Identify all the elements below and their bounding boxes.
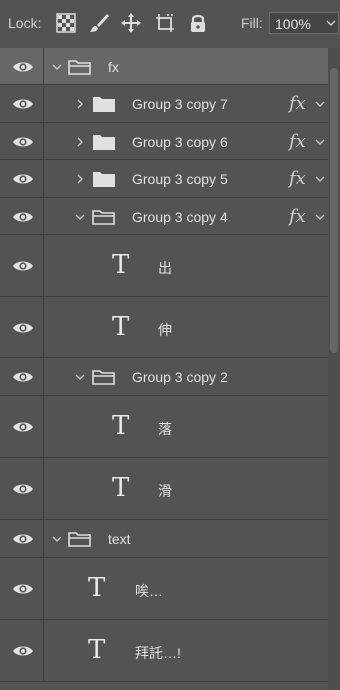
- folder-open-icon: [92, 209, 115, 225]
- layer-name: 出: [158, 260, 172, 276]
- lock-artboard-icon[interactable]: [154, 12, 176, 34]
- visibility-column[interactable]: [0, 85, 44, 122]
- layer-effects-badge[interactable]: fx: [289, 93, 306, 114]
- text-layer-icon: T: [112, 473, 130, 503]
- text-layer-icon: T: [112, 411, 130, 441]
- visibility-column[interactable]: [0, 48, 44, 84]
- eye-icon[interactable]: [12, 370, 34, 384]
- chevron-right-icon[interactable]: [75, 99, 85, 109]
- folder-icon: [93, 134, 115, 150]
- text-layer-icon: T: [88, 635, 106, 665]
- layer-name: 唉…: [135, 583, 163, 599]
- text-layer-icon: T: [112, 311, 130, 342]
- folder-icon: [93, 172, 115, 187]
- layer-effects-badge[interactable]: fx: [289, 168, 306, 189]
- effects-expand-icon[interactable]: [314, 212, 326, 222]
- folder-open-icon: [68, 532, 91, 547]
- layer-name: 滑: [158, 483, 172, 499]
- layers-list: fx Group 3 copy 7 fx Group 3 copy 6 fx Group …: [0, 48, 340, 690]
- eye-icon[interactable]: [12, 210, 34, 224]
- eye-icon[interactable]: [12, 60, 34, 74]
- effects-expand-icon[interactable]: [314, 174, 326, 184]
- layers-lock-bar: Lock: Fill: 100%: [0, 0, 340, 49]
- visibility-column[interactable]: [0, 160, 44, 197]
- chevron-down-icon[interactable]: [52, 62, 62, 72]
- lock-label: Lock:: [8, 15, 42, 31]
- layer-name: fx: [108, 58, 119, 75]
- eye-icon[interactable]: [12, 321, 34, 335]
- fill-opacity-field[interactable]: 100%: [269, 12, 339, 34]
- lock-all-icon[interactable]: [187, 12, 209, 34]
- lock-transparent-pixels-icon[interactable]: [55, 12, 77, 34]
- eye-icon[interactable]: [12, 259, 34, 273]
- eye-icon[interactable]: [12, 420, 34, 434]
- visibility-column[interactable]: [0, 620, 44, 681]
- eye-icon[interactable]: [12, 644, 34, 658]
- layer-group-row[interactable]: Group 3 copy 2: [0, 358, 340, 396]
- layer-name: Group 3 copy 2: [132, 369, 228, 385]
- text-layer-icon: T: [112, 250, 130, 280]
- chevron-down-icon[interactable]: [52, 534, 62, 544]
- folder-icon: [93, 97, 115, 112]
- layer-effects-badge[interactable]: fx: [289, 131, 306, 152]
- layer-text-row[interactable]: T出: [0, 235, 340, 297]
- eye-icon[interactable]: [12, 582, 34, 596]
- visibility-column[interactable]: [0, 297, 44, 357]
- visibility-column[interactable]: [0, 198, 44, 234]
- layer-group-row[interactable]: text: [0, 520, 340, 558]
- chevron-down-icon[interactable]: [324, 13, 338, 33]
- lock-position-icon[interactable]: [120, 12, 142, 34]
- layer-text-row[interactable]: T 唉…: [0, 558, 340, 620]
- layer-effects-badge[interactable]: fx: [289, 206, 306, 227]
- text-layer-icon: T: [88, 573, 106, 603]
- visibility-column[interactable]: [0, 358, 44, 395]
- layer-name: Group 3 copy 5: [132, 171, 228, 187]
- folder-open-icon: [68, 59, 91, 75]
- visibility-column[interactable]: [0, 520, 44, 557]
- layer-name: 拜託…!: [135, 645, 181, 661]
- visibility-column[interactable]: [0, 558, 44, 619]
- layer-name: Group 3 copy 6: [132, 133, 228, 150]
- visibility-column[interactable]: [0, 235, 44, 296]
- chevron-right-icon[interactable]: [75, 174, 85, 184]
- layer-name: text: [108, 531, 131, 547]
- fill-opacity-value: 100%: [275, 16, 311, 32]
- chevron-down-icon[interactable]: [75, 212, 85, 222]
- effects-expand-icon[interactable]: [314, 99, 326, 109]
- layer-group-row[interactable]: Group 3 copy 7 fx: [0, 85, 340, 123]
- eye-icon[interactable]: [12, 97, 34, 111]
- effects-expand-icon[interactable]: [314, 137, 326, 147]
- fill-label: Fill:: [241, 15, 263, 31]
- visibility-column[interactable]: [0, 396, 44, 457]
- folder-open-icon: [92, 370, 115, 385]
- layer-name: Group 3 copy 4: [132, 208, 228, 225]
- eye-icon[interactable]: [12, 135, 34, 149]
- layer-text-row[interactable]: T伸: [0, 297, 340, 358]
- scrollbar-thumb[interactable]: [330, 68, 338, 353]
- chevron-down-icon[interactable]: [75, 372, 85, 382]
- layer-text-row[interactable]: T 拜託…!: [0, 620, 340, 682]
- layer-group-row[interactable]: Group 3 copy 5 fx: [0, 160, 340, 198]
- layer-group-row[interactable]: fx: [0, 48, 340, 85]
- layer-group-row[interactable]: Group 3 copy 6 fx: [0, 123, 340, 160]
- layer-text-row[interactable]: T落: [0, 396, 340, 458]
- layer-name: 伸: [158, 321, 172, 338]
- layer-group-row[interactable]: Group 3 copy 4 fx: [0, 198, 340, 235]
- layer-name: 落: [158, 421, 172, 437]
- eye-icon[interactable]: [12, 482, 34, 496]
- lock-image-pixels-icon[interactable]: [88, 12, 110, 34]
- eye-icon[interactable]: [12, 172, 34, 186]
- layer-text-row[interactable]: T滑: [0, 458, 340, 520]
- visibility-column[interactable]: [0, 123, 44, 159]
- layer-name: Group 3 copy 7: [132, 96, 228, 112]
- visibility-column[interactable]: [0, 458, 44, 519]
- chevron-right-icon[interactable]: [75, 137, 85, 147]
- eye-icon[interactable]: [12, 532, 34, 546]
